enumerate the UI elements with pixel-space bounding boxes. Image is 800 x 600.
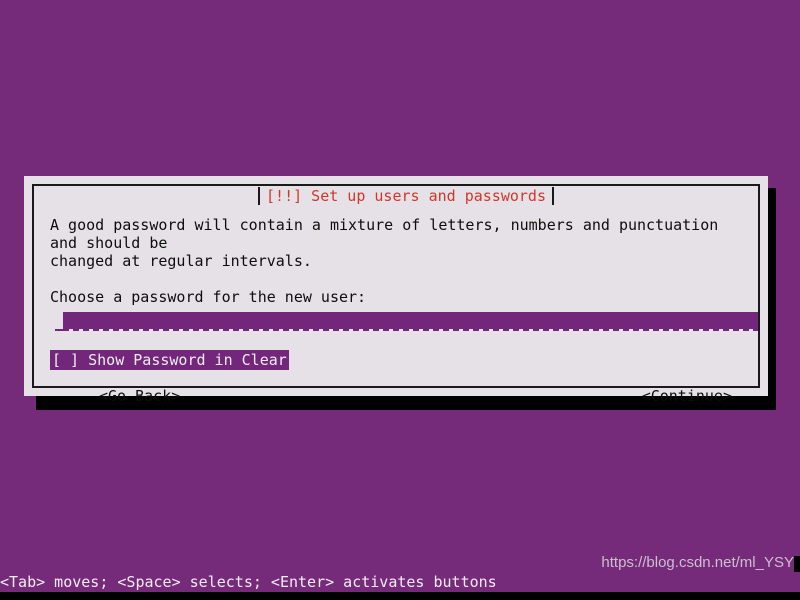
- show-password-checkbox-row[interactable]: [ ] Show Password in Clear: [50, 350, 742, 370]
- continue-button[interactable]: <Continue>: [642, 386, 732, 406]
- title-frame-tick-right: [551, 187, 554, 205]
- setup-users-dialog: [!!] Set up users and passwords A good p…: [24, 176, 768, 405]
- watermark-block: [794, 556, 800, 572]
- password-input-row[interactable]: [50, 312, 758, 338]
- dialog-titlebar: [!!] Set up users and passwords: [34, 186, 778, 206]
- installer-screen: [!!] Set up users and passwords A good p…: [0, 0, 800, 600]
- password-input[interactable]: [63, 312, 758, 329]
- dialog-body: A good password will contain a mixture o…: [50, 216, 758, 406]
- dialog-title: [!!] Set up users and passwords: [258, 186, 554, 206]
- bottom-black-strip: [0, 592, 800, 600]
- text-spacer: [50, 270, 742, 288]
- dialog-button-row: <Go Back> <Continue>: [50, 386, 742, 406]
- title-frame-tick-left: [258, 187, 261, 205]
- status-bar: <Tab> moves; <Space> selects; <Enter> ac…: [0, 573, 497, 591]
- show-password-checkbox[interactable]: [ ] Show Password in Clear: [50, 350, 289, 370]
- password-advice-text: A good password will contain a mixture o…: [50, 216, 719, 270]
- choose-password-prompt: Choose a password for the new user:: [50, 288, 367, 306]
- watermark-text: https://blog.csdn.net/ml_YSY: [601, 554, 794, 571]
- dialog-frame: [!!] Set up users and passwords A good p…: [32, 184, 760, 405]
- password-input-underline: [63, 329, 758, 331]
- go-back-button[interactable]: <Go Back>: [99, 386, 180, 406]
